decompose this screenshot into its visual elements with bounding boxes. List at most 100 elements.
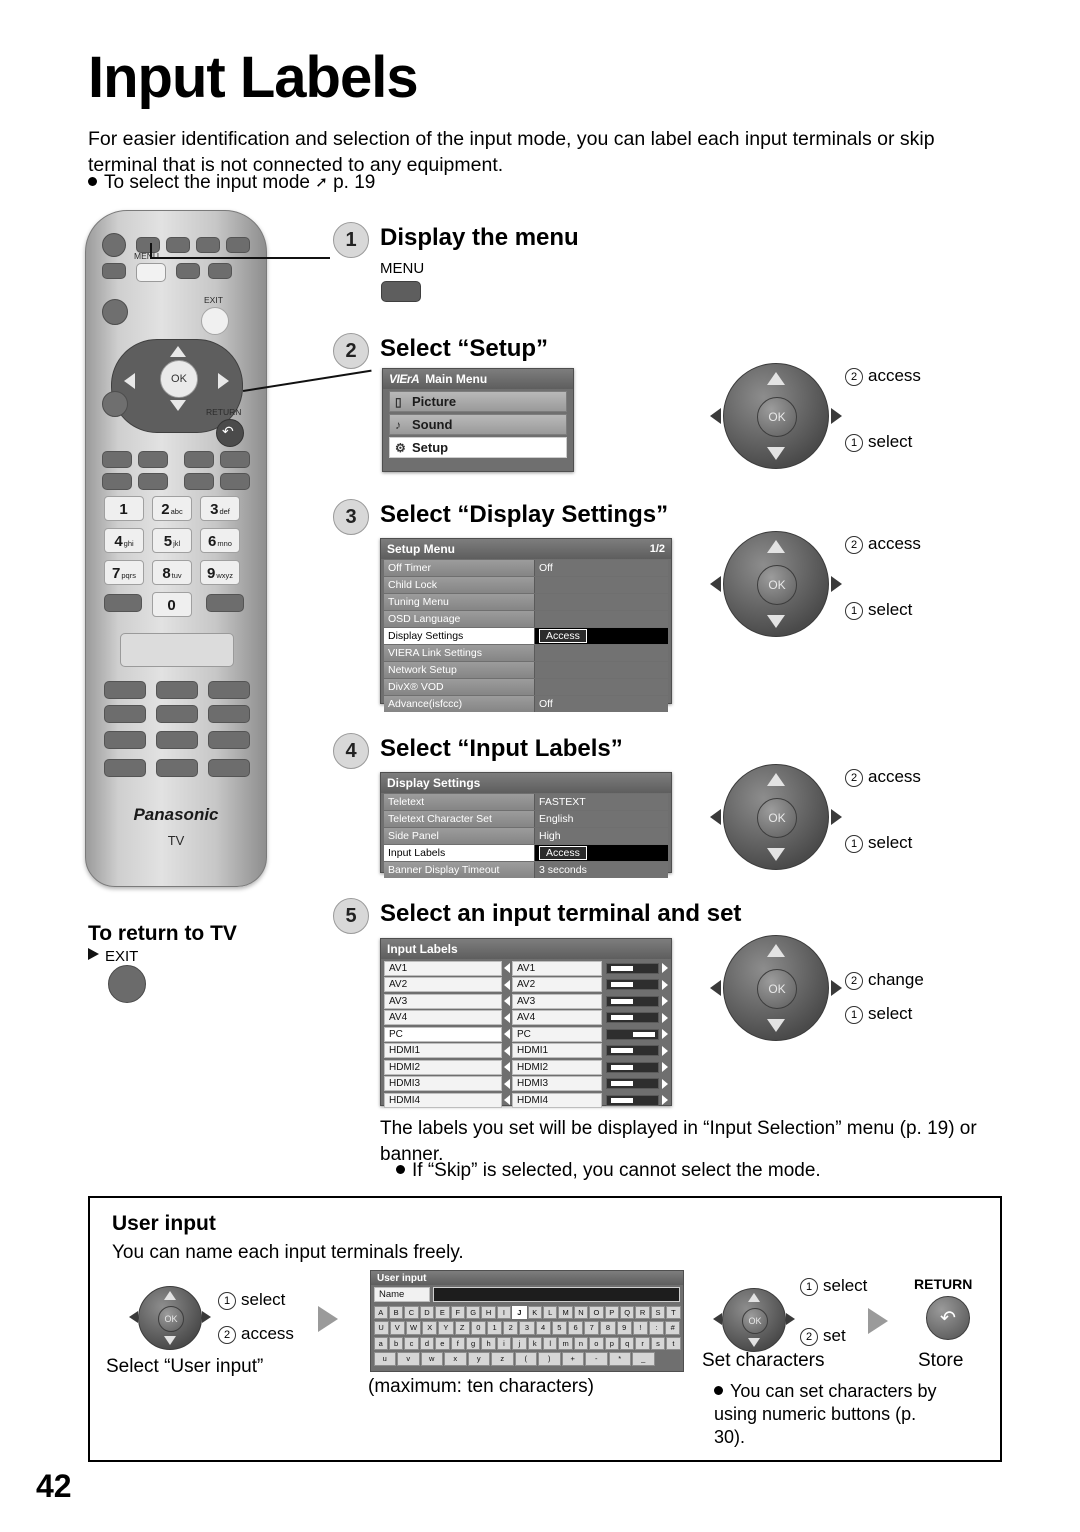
remote-button[interactable] bbox=[206, 594, 244, 612]
return-key-icon[interactable]: ↶ bbox=[926, 1296, 970, 1340]
setup-row[interactable]: Network Setup bbox=[384, 662, 668, 678]
remote-button[interactable] bbox=[156, 705, 198, 723]
key[interactable]: - bbox=[585, 1352, 608, 1366]
label-slider[interactable] bbox=[606, 962, 659, 974]
setup-row[interactable]: Child Lock bbox=[384, 577, 668, 593]
label-slider[interactable] bbox=[606, 1012, 659, 1023]
key[interactable]: ! bbox=[632, 1321, 648, 1335]
pad-ok-button[interactable]: OK bbox=[757, 565, 797, 605]
key[interactable]: I bbox=[496, 1305, 512, 1319]
key[interactable]: V bbox=[389, 1321, 405, 1335]
key[interactable]: N bbox=[573, 1305, 589, 1319]
key[interactable]: 2 bbox=[503, 1321, 519, 1335]
label-slider[interactable] bbox=[606, 1045, 659, 1056]
key[interactable]: D bbox=[419, 1305, 435, 1319]
setup-row-display-settings[interactable]: Display Settings Access bbox=[384, 628, 668, 644]
ds-row[interactable]: Side Panel High bbox=[384, 828, 668, 844]
remote-button[interactable] bbox=[102, 299, 128, 325]
key[interactable]: ( bbox=[514, 1352, 537, 1366]
ds-row-input-labels[interactable]: Input Labels Access bbox=[384, 845, 668, 861]
key[interactable]: W bbox=[405, 1321, 422, 1335]
input-label-row[interactable]: AV1 AV1 bbox=[384, 960, 668, 976]
key[interactable]: O bbox=[589, 1305, 604, 1319]
key[interactable]: q bbox=[620, 1336, 635, 1350]
setup-row[interactable]: Tuning Menu bbox=[384, 594, 668, 610]
remote-exit-button[interactable] bbox=[201, 307, 229, 335]
cursor-pad-step3[interactable]: OK bbox=[710, 531, 842, 637]
remote-button[interactable] bbox=[156, 731, 198, 749]
key[interactable]: l bbox=[542, 1336, 558, 1350]
key[interactable]: T bbox=[666, 1305, 681, 1319]
num-key-4[interactable]: 4 ghi bbox=[104, 528, 144, 553]
key[interactable]: S bbox=[650, 1305, 666, 1319]
key[interactable]: R bbox=[635, 1305, 650, 1319]
key[interactable]: c bbox=[404, 1336, 419, 1350]
remote-button[interactable] bbox=[104, 731, 146, 749]
remote-power-button[interactable] bbox=[102, 233, 126, 257]
key[interactable]: Q bbox=[620, 1305, 635, 1319]
remote-button[interactable] bbox=[196, 237, 220, 253]
key[interactable]: ) bbox=[538, 1352, 561, 1366]
key[interactable]: 8 bbox=[600, 1321, 616, 1335]
key[interactable]: m bbox=[558, 1336, 573, 1350]
key[interactable]: M bbox=[558, 1305, 573, 1319]
remote-button[interactable] bbox=[208, 263, 232, 279]
exit-key-icon[interactable] bbox=[108, 965, 146, 1003]
remote-button[interactable] bbox=[226, 237, 250, 253]
input-label-row-pc[interactable]: PC PC bbox=[384, 1026, 668, 1042]
key[interactable]: d bbox=[419, 1336, 435, 1350]
key[interactable]: 1 bbox=[486, 1321, 503, 1335]
ds-row[interactable]: Banner Display Timeout 3 seconds bbox=[384, 862, 668, 878]
name-field-input[interactable] bbox=[433, 1287, 680, 1302]
key[interactable]: A bbox=[373, 1305, 388, 1319]
key[interactable]: 0 bbox=[470, 1321, 486, 1335]
remote-color-button[interactable] bbox=[184, 473, 214, 490]
cursor-pad-step4[interactable]: OK bbox=[710, 764, 842, 870]
remote-menu-button[interactable] bbox=[136, 263, 166, 282]
setup-row[interactable]: VIERA Link Settings bbox=[384, 645, 668, 661]
key[interactable]: _ bbox=[632, 1352, 655, 1366]
key[interactable]: z bbox=[491, 1352, 514, 1366]
num-key-7[interactable]: 7 pqrs bbox=[104, 560, 144, 585]
key[interactable]: 3 bbox=[519, 1321, 535, 1335]
cursor-pad-step2[interactable]: OK bbox=[710, 363, 842, 469]
remote-color-button[interactable] bbox=[220, 473, 250, 490]
remote-button[interactable] bbox=[208, 705, 250, 723]
input-label-row[interactable]: AV3 AV3 bbox=[384, 993, 668, 1009]
num-key-2[interactable]: 2 abc bbox=[152, 496, 192, 521]
menu-key-icon[interactable] bbox=[381, 281, 421, 302]
key[interactable]: B bbox=[388, 1305, 404, 1319]
main-menu-item-setup[interactable]: ⚙ Setup bbox=[389, 437, 567, 458]
key[interactable]: s bbox=[650, 1336, 666, 1350]
label-slider[interactable] bbox=[606, 1078, 659, 1089]
remote-button[interactable] bbox=[104, 759, 146, 777]
num-key-6[interactable]: 6 mno bbox=[200, 528, 240, 553]
input-label-row[interactable]: AV2 AV2 bbox=[384, 977, 668, 992]
remote-button[interactable] bbox=[166, 237, 190, 253]
key[interactable]: G bbox=[465, 1305, 481, 1319]
remote-button[interactable] bbox=[156, 759, 198, 777]
key[interactable]: X bbox=[422, 1321, 438, 1335]
key[interactable]: a bbox=[373, 1336, 388, 1350]
key[interactable]: n bbox=[573, 1336, 589, 1350]
key[interactable]: L bbox=[542, 1305, 558, 1319]
num-key-1[interactable]: 1 bbox=[104, 496, 144, 521]
key[interactable]: y bbox=[467, 1352, 490, 1366]
key[interactable]: * bbox=[608, 1352, 631, 1366]
key[interactable]: r bbox=[635, 1336, 650, 1350]
key[interactable]: H bbox=[481, 1305, 496, 1319]
key[interactable]: 6 bbox=[567, 1321, 584, 1335]
pad-ok-button[interactable]: OK bbox=[757, 798, 797, 838]
input-label-row[interactable]: AV4 AV4 bbox=[384, 1010, 668, 1025]
key[interactable]: 9 bbox=[616, 1321, 632, 1335]
remote-button[interactable] bbox=[156, 681, 198, 699]
key-selected[interactable]: J bbox=[512, 1305, 527, 1319]
key[interactable]: g bbox=[465, 1336, 481, 1350]
key[interactable]: P bbox=[604, 1305, 619, 1319]
remote-wide-button[interactable] bbox=[120, 633, 234, 667]
pad-ok-button[interactable]: OK bbox=[757, 969, 797, 1009]
label-slider[interactable] bbox=[606, 1094, 659, 1106]
label-slider[interactable] bbox=[606, 1061, 659, 1073]
remote-ok-button[interactable]: OK bbox=[160, 360, 198, 398]
remote-button[interactable] bbox=[102, 391, 128, 417]
